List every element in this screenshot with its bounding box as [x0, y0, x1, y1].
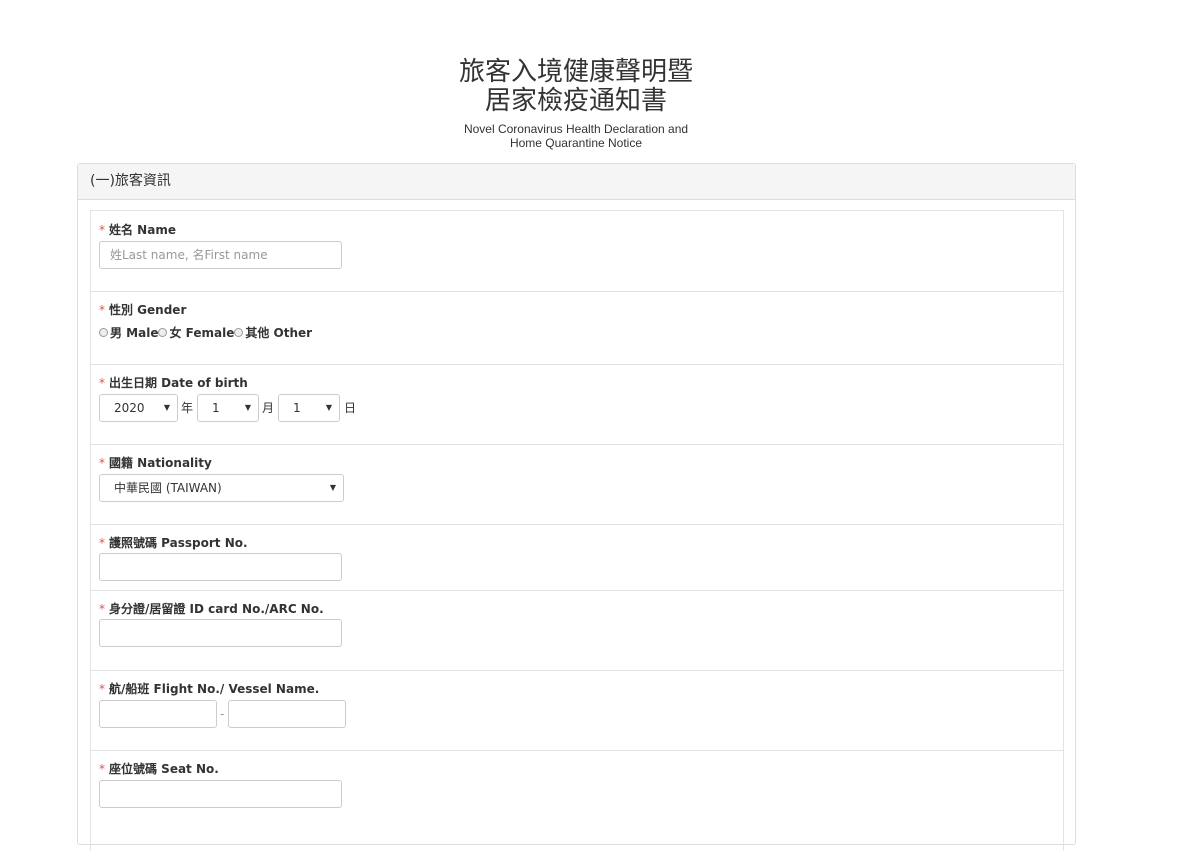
- flight-label: * 航/船班 Flight No./ Vessel Name.: [99, 682, 320, 696]
- idcard-input[interactable]: [99, 619, 342, 647]
- flight-code-input[interactable]: [99, 700, 217, 728]
- page-header: 旅客入境健康聲明暨 居家檢疫通知書 Novel Coronavirus Heal…: [0, 58, 1152, 151]
- dob-label: * 出生日期 Date of birth: [99, 376, 248, 390]
- nationality-select[interactable]: 中華民國 (TAIWAN) ▼: [99, 474, 344, 502]
- nationality-label: * 國籍 Nationality: [99, 456, 212, 470]
- required-mark: *: [99, 536, 105, 550]
- chevron-down-icon: ▼: [244, 403, 251, 412]
- passport-input[interactable]: [99, 553, 342, 581]
- dob-day-select[interactable]: 1 ▼: [278, 394, 340, 422]
- gender-option-male[interactable]: 男 Male: [99, 324, 158, 341]
- required-mark: *: [99, 762, 105, 776]
- month-unit: 月: [262, 401, 275, 415]
- passport-row: * 護照號碼 Passport No.: [91, 525, 1063, 591]
- gender-radio-group: 男 Male 女 Female 其他 Other: [99, 324, 312, 341]
- required-mark: *: [99, 376, 105, 390]
- radio-button-icon[interactable]: [158, 328, 168, 337]
- gender-label: * 性別 Gender: [99, 303, 187, 317]
- gender-option-female[interactable]: 女 Female: [158, 324, 234, 341]
- section-heading: (一)旅客資訊: [78, 164, 1075, 200]
- name-row: * 姓名 Name: [91, 211, 1063, 292]
- name-label: * 姓名 Name: [99, 223, 176, 237]
- traveler-info-panel: (一)旅客資訊 *姓名 Name *性別 Gender 男 Male女 Fema…: [77, 163, 1076, 851]
- required-mark: *: [99, 303, 105, 317]
- dob-year-select[interactable]: 2020 ▼: [99, 394, 178, 422]
- page-subtitle: Novel Coronavirus Health Declaration and…: [0, 122, 1152, 150]
- radio-button-icon[interactable]: [234, 328, 244, 337]
- form-body: *姓名 Name *性別 Gender 男 Male女 Female其他 Oth…: [90, 210, 1064, 851]
- year-unit: 年: [181, 401, 194, 415]
- nationality-row: * 國籍 Nationality 中華民國 (TAIWAN) ▼: [91, 445, 1063, 525]
- flight-row: * 航/船班 Flight No./ Vessel Name. -: [91, 671, 1063, 751]
- page-title-line-1: 旅客入境健康聲明暨: [458, 57, 693, 87]
- idcard-row: * 身分證/居留證 ID card No./ARC No.: [91, 591, 1063, 671]
- dob-row: * 出生日期 Date of birth 2020 ▼ 年 1 ▼ 月 1 ▼ 日: [91, 365, 1063, 445]
- chevron-down-icon: ▼: [329, 483, 336, 492]
- required-mark: *: [99, 682, 105, 696]
- gender-option-other[interactable]: 其他 Other: [234, 324, 312, 341]
- day-unit: 日: [344, 401, 357, 415]
- name-input[interactable]: [99, 241, 342, 269]
- dob-month-select[interactable]: 1 ▼: [197, 394, 259, 422]
- passport-label: * 護照號碼 Passport No.: [99, 536, 248, 550]
- page-title-line-2: 居家檢疫通知書: [484, 86, 667, 116]
- required-mark: *: [99, 223, 105, 237]
- flight-number-input[interactable]: [228, 700, 346, 728]
- page-subtitle-line-1: Novel Coronavirus Health Declaration and: [463, 122, 689, 136]
- radio-button-icon[interactable]: [99, 328, 108, 337]
- gender-row: * 性別 Gender 男 Male 女 Female 其他 Other: [91, 292, 1063, 365]
- seat-label: * 座位號碼 Seat No.: [99, 762, 219, 776]
- chevron-down-icon: ▼: [325, 403, 332, 412]
- seat-input[interactable]: [99, 780, 342, 808]
- page-title: 旅客入境健康聲明暨 居家檢疫通知書: [0, 58, 1152, 116]
- required-mark: *: [99, 602, 105, 616]
- required-mark: *: [99, 456, 105, 470]
- idcard-label: * 身分證/居留證 ID card No./ARC No.: [99, 602, 324, 616]
- page-subtitle-line-2: Home Quarantine Notice: [509, 136, 643, 150]
- chevron-down-icon: ▼: [163, 403, 170, 412]
- seat-row: * 座位號碼 Seat No.: [91, 751, 1063, 851]
- flight-separator: -: [220, 707, 225, 721]
